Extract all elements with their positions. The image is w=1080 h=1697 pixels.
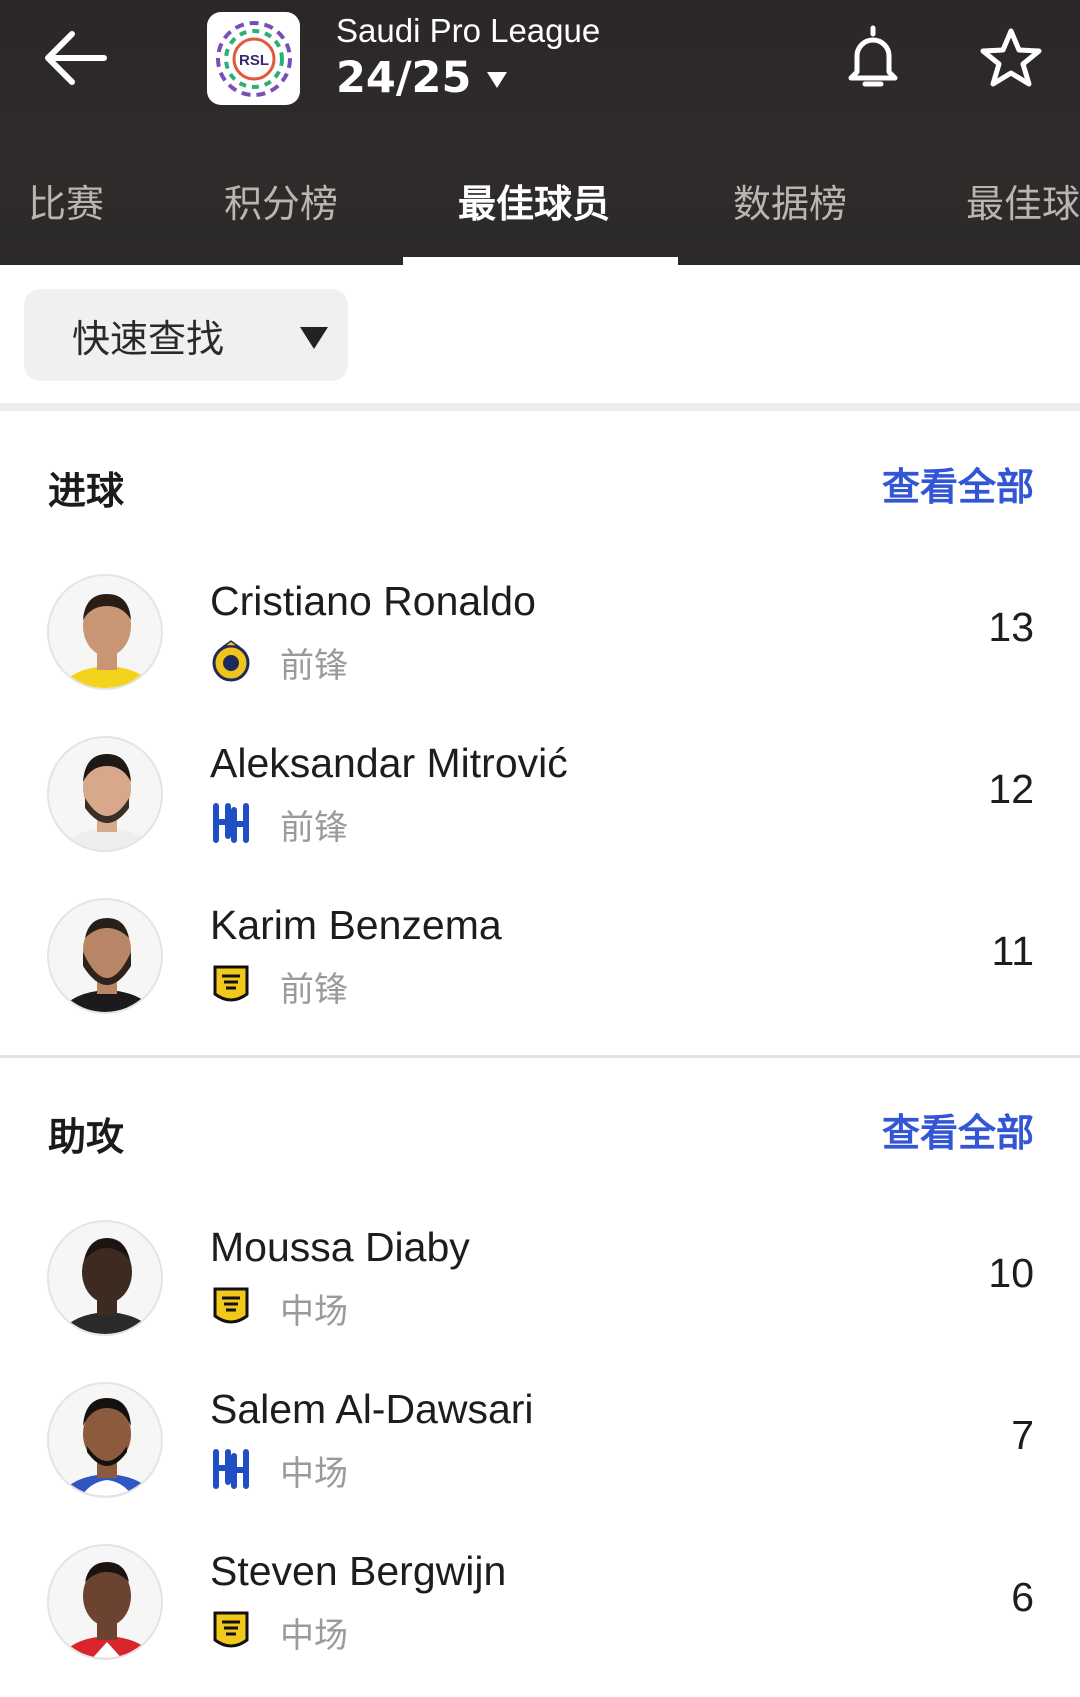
player-avatar xyxy=(47,1382,163,1498)
assists-count: 10 xyxy=(988,1250,1034,1296)
assists-count: 6 xyxy=(1011,1574,1034,1620)
tab-best-team[interactable]: 最佳球 xyxy=(966,155,1080,265)
top-app-bar: RSL Saudi Pro League 24/25 比赛 积分榜 最佳球员 数… xyxy=(0,0,1080,265)
section-title-goals: 进球 xyxy=(48,469,125,513)
player-row[interactable]: Moussa Diaby 中场 10 xyxy=(0,1220,1080,1370)
tab-bar: 比赛 积分榜 最佳球员 数据榜 最佳球 xyxy=(0,155,1080,265)
league-logo-text: RSL xyxy=(239,52,269,69)
quick-find-label: 快速查找 xyxy=(72,316,225,361)
player-name: Steven Bergwijn xyxy=(210,1548,507,1594)
player-name: Salem Al-Dawsari xyxy=(210,1386,534,1432)
back-button[interactable] xyxy=(40,22,130,94)
favorite-button[interactable] xyxy=(978,26,1044,92)
player-position: 前锋 xyxy=(280,646,348,686)
player-name: Moussa Diaby xyxy=(210,1224,470,1270)
filter-bar: 快速查找 xyxy=(0,265,1080,403)
divider xyxy=(0,1055,1080,1058)
al-ittihad-badge-icon xyxy=(212,1286,250,1328)
bell-icon xyxy=(848,25,898,87)
view-all-goals-link[interactable]: 查看全部 xyxy=(882,456,1034,511)
player-position: 前锋 xyxy=(280,808,348,848)
player-position: 中场 xyxy=(280,1616,348,1656)
quick-find-dropdown[interactable]: 快速查找 xyxy=(24,289,348,381)
star-icon xyxy=(980,28,1042,87)
player-avatar xyxy=(47,1544,163,1660)
player-position: 中场 xyxy=(280,1292,348,1332)
player-avatar xyxy=(47,898,163,1014)
al-nassr-badge-icon xyxy=(212,640,250,682)
goals-count: 12 xyxy=(988,766,1034,812)
player-row[interactable]: Steven Bergwijn 中场 6 xyxy=(0,1544,1080,1694)
al-ittihad-badge-icon xyxy=(212,964,250,1006)
notifications-button[interactable] xyxy=(845,24,901,94)
assists-count: 7 xyxy=(1011,1412,1034,1458)
season-label: 24/25 xyxy=(336,53,472,103)
view-all-assists-link[interactable]: 查看全部 xyxy=(882,1102,1034,1157)
tab-standings[interactable]: 积分榜 xyxy=(224,155,338,265)
player-name: Karim Benzema xyxy=(210,902,502,948)
player-row[interactable]: Karim Benzema 前锋 11 xyxy=(0,898,1080,1048)
league-name: Saudi Pro League xyxy=(336,12,601,49)
tab-stats[interactable]: 数据榜 xyxy=(733,155,847,265)
caret-down-icon xyxy=(487,72,508,88)
al-hilal-badge-icon xyxy=(212,802,250,844)
player-name: Aleksandar Mitrović xyxy=(210,740,568,786)
player-name: Cristiano Ronaldo xyxy=(210,578,536,624)
al-hilal-badge-icon xyxy=(212,1448,250,1490)
goals-count: 11 xyxy=(991,928,1034,974)
player-avatar xyxy=(47,1220,163,1336)
player-position: 中场 xyxy=(280,1454,348,1494)
tab-top-players[interactable]: 最佳球员 xyxy=(458,155,610,265)
season-selector[interactable]: 24/25 xyxy=(336,50,508,106)
player-avatar xyxy=(47,574,163,690)
active-tab-indicator xyxy=(403,257,678,265)
goals-count: 13 xyxy=(988,604,1034,650)
caret-down-icon xyxy=(300,327,328,349)
section-title-assists: 助攻 xyxy=(48,1115,125,1159)
league-logo: RSL xyxy=(207,12,300,105)
player-row[interactable]: Salem Al-Dawsari 中场 7 xyxy=(0,1382,1080,1532)
al-ittihad-badge-icon xyxy=(212,1610,250,1652)
divider xyxy=(0,403,1080,411)
player-position: 前锋 xyxy=(280,970,348,1010)
player-avatar xyxy=(47,736,163,852)
player-row[interactable]: Cristiano Ronaldo 前锋 13 xyxy=(0,574,1080,724)
tab-matches[interactable]: 比赛 xyxy=(28,155,104,265)
back-arrow-icon xyxy=(45,31,107,85)
player-row[interactable]: Aleksandar Mitrović 前锋 12 xyxy=(0,736,1080,886)
